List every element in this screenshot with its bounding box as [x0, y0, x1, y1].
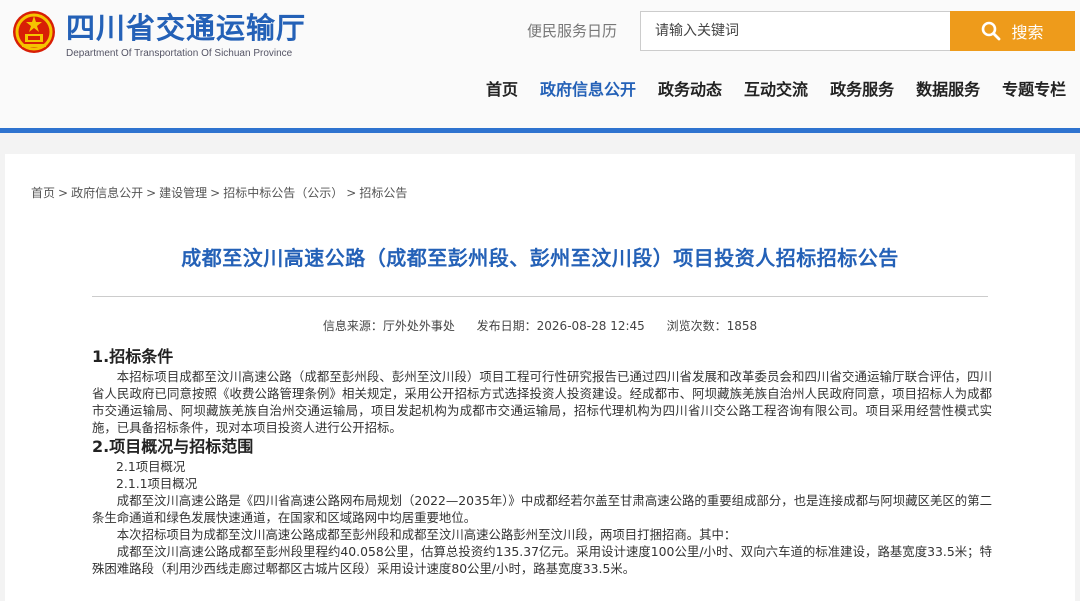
breadcrumb-separator: >: [346, 186, 357, 200]
site-title[interactable]: 四川省交通运输厅: [66, 10, 306, 46]
article-container: 首页 > 政府信息公开 > 建设管理 > 招标中标公告（公示） > 招标公告 成都至汶川高速公路…: [5, 154, 1075, 601]
section-heading: 2.项目概况与招标范围: [92, 437, 254, 456]
breadcrumb-item[interactable]: 招标公告: [359, 186, 407, 200]
breadcrumb: 首页 > 政府信息公开 > 建设管理 > 招标中标公告（公示） > 招标公告: [31, 184, 407, 201]
national-emblem-icon: [13, 11, 55, 53]
nav-item-gov-info[interactable]: 政府信息公开: [540, 79, 636, 101]
article-views: 浏览次数：1858: [666, 319, 758, 333]
subsection-heading: 2.1.1项目概况: [116, 476, 198, 491]
paragraph: 成都至汶川高速公路成都至彭州段里程约40.058公里，估算总投资约135.37亿…: [92, 544, 992, 576]
search-button-label: 搜索: [1011, 23, 1044, 42]
breadcrumb-item[interactable]: 政府信息公开: [71, 186, 143, 200]
breadcrumb-item[interactable]: 建设管理: [159, 186, 207, 200]
subsection-heading: 2.1项目概况: [116, 459, 186, 474]
search-button[interactable]: 搜索: [950, 11, 1075, 51]
site-header: 四川省交通运输厅 Department Of Transportation Of…: [0, 0, 1080, 130]
nav-item-gov-services[interactable]: 政务服务: [830, 79, 894, 101]
paragraph: 本次招标项目为成都至汶川高速公路成都至彭州段和成都至汶川高速公路彭州至汶川段，两…: [116, 527, 737, 542]
article-date: 发布日期：2026-08-28 12:45: [476, 319, 645, 333]
article-title: 成都至汶川高速公路（成都至彭州段、彭州至汶川段）项目投资人招标招标公告: [181, 246, 899, 270]
breadcrumb-separator: >: [146, 186, 157, 200]
title-divider: [92, 296, 988, 297]
article-meta: 信息来源：厅外处外事处 发布日期：2026-08-28 12:45 浏览次数：1…: [5, 317, 1075, 334]
search-input[interactable]: [640, 11, 951, 51]
convenience-calendar-link[interactable]: 便民服务日历: [527, 20, 617, 41]
section-heading: 1.招标条件: [92, 347, 174, 366]
breadcrumb-separator: >: [210, 186, 221, 200]
paragraph: 成都至汶川高速公路是《四川省高速公路网布局规划（2022—2035年）》中成都经…: [92, 493, 992, 525]
article-source: 信息来源：厅外处外事处: [322, 319, 455, 333]
paragraph: 本招标项目成都至汶川高速公路（成都至彭州段、彭州至汶川段）项目工程可行性研究报告…: [92, 369, 992, 435]
breadcrumb-item[interactable]: 招标中标公告（公示）: [223, 186, 343, 200]
nav-item-interaction[interactable]: 互动交流: [744, 79, 808, 101]
article-body: 1.招标条件 本招标项目成都至汶川高速公路（成都至彭州段、彭州至汶川段）项目工程…: [92, 346, 992, 577]
nav-item-gov-news[interactable]: 政务动态: [658, 79, 722, 101]
site-subtitle: Department Of Transportation Of Sichuan …: [66, 48, 293, 59]
search-icon: [982, 21, 1001, 41]
nav-item-data-services[interactable]: 数据服务: [916, 79, 980, 101]
header-divider: [0, 128, 1080, 133]
breadcrumb-item[interactable]: 首页: [31, 186, 55, 200]
main-nav: 首页 政府信息公开 政务动态 互动交流 政务服务 数据服务 专题专栏: [486, 79, 1066, 101]
nav-item-home[interactable]: 首页: [486, 79, 518, 101]
nav-item-topics[interactable]: 专题专栏: [1002, 79, 1066, 101]
breadcrumb-separator: >: [58, 186, 69, 200]
